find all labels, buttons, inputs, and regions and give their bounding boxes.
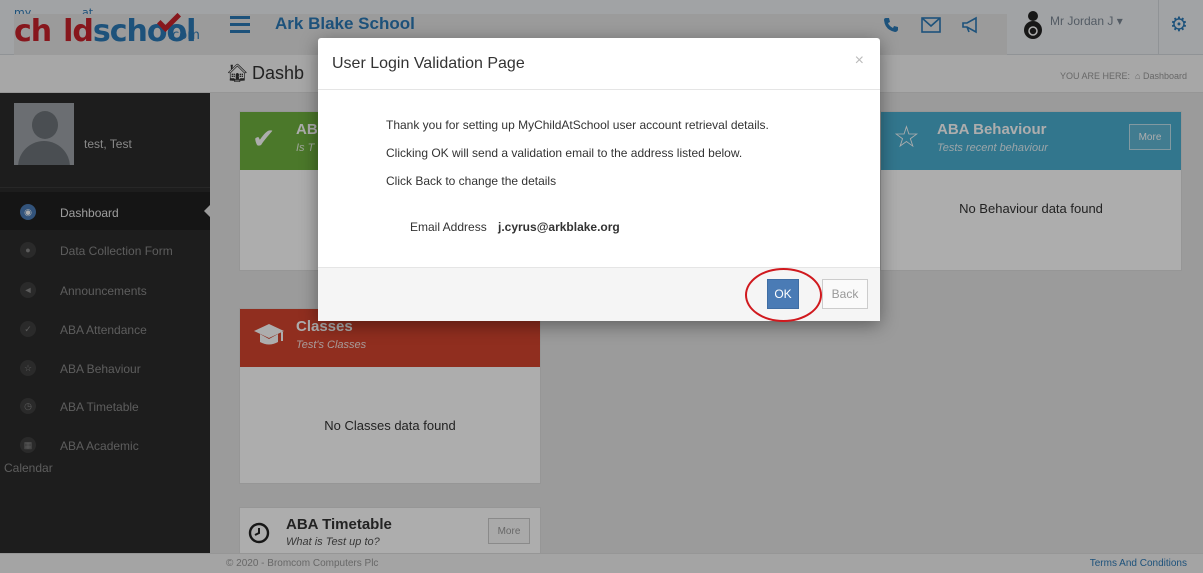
modal-message-line-2: Clicking OK will send a validation email… — [386, 146, 743, 160]
modal-header: User Login Validation Page × — [318, 38, 880, 90]
email-address-label: Email Address — [410, 220, 487, 234]
back-button[interactable]: Back — [822, 279, 868, 309]
ok-button-highlight-annotation — [745, 268, 822, 322]
modal-title: User Login Validation Page — [332, 55, 525, 72]
email-address-value: j.cyrus@arkblake.org — [498, 220, 620, 234]
modal-message-line-3: Click Back to change the details — [386, 174, 557, 188]
close-icon[interactable]: × — [855, 52, 864, 70]
modal-message-line-1: Thank you for setting up MyChildAtSchool… — [386, 118, 769, 132]
modal-body: Thank you for setting up MyChildAtSchool… — [318, 90, 880, 267]
